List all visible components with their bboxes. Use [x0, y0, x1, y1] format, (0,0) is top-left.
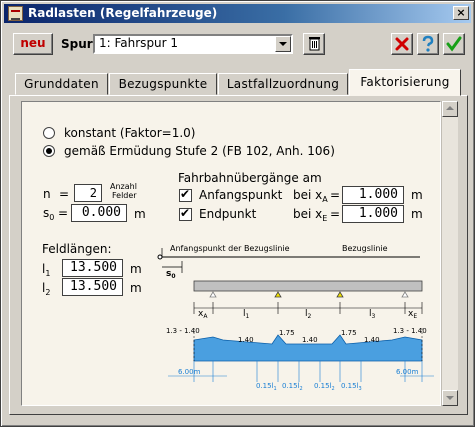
- v-right: 1.3 - 1.40: [393, 327, 427, 335]
- anzahl-label: Anzahl: [110, 182, 137, 191]
- l2-label: l2: [42, 281, 51, 297]
- d-015-3: 0.15l3: [341, 382, 362, 392]
- scroll-up-icon[interactable]: [442, 101, 458, 117]
- support-left-icon: [209, 291, 217, 298]
- content-area: konstant (Faktor=1.0) gemäß Ermüdung Stu…: [21, 101, 441, 406]
- l3-diag-label: l3: [369, 309, 376, 320]
- bezug-text: Bezugslinie: [342, 244, 388, 253]
- end-checkbox[interactable]: [179, 207, 192, 221]
- end-input[interactable]: 1.000: [342, 205, 404, 223]
- app-icon: [8, 6, 23, 21]
- trash-icon: [309, 37, 320, 51]
- anfang-text: Anfangspunkt der Bezugslinie: [170, 244, 290, 253]
- anfang-unit: m: [411, 188, 423, 202]
- v-175b: 1.75: [341, 329, 357, 337]
- end-unit: m: [411, 207, 423, 221]
- dialog-window: Radlasten (Regelfahrzeuge) × neu Spur 1:…: [0, 0, 475, 427]
- help-icon: [422, 35, 434, 52]
- delete-button[interactable]: [303, 33, 325, 55]
- close-icon: [395, 37, 409, 51]
- anfang-bei: bei xA: [293, 188, 328, 204]
- help-button[interactable]: [417, 33, 439, 55]
- feldlaengen-heading: Feldlängen:: [42, 242, 112, 256]
- vertical-scrollbar[interactable]: [441, 101, 458, 406]
- radio-ermuedung[interactable]: [43, 145, 55, 157]
- felder-label: Felder: [112, 191, 137, 200]
- window-title: Radlasten (Regelfahrzeuge): [28, 6, 218, 20]
- v-140a: 1.40: [238, 336, 254, 344]
- close-button[interactable]: ×: [453, 6, 469, 20]
- support-mid2-icon: [336, 291, 344, 298]
- ermuedung-label: gemäß Ermüdung Stufe 2 (FB 102, Anh. 106…: [64, 144, 335, 158]
- d-015-2b: 0.15l2: [314, 382, 335, 392]
- new-button[interactable]: neu: [13, 33, 53, 55]
- end-eq: =: [330, 207, 341, 221]
- spur-label: Spur: [61, 37, 93, 51]
- l1-diag-label: l1: [243, 309, 250, 320]
- support-right-icon: [401, 291, 409, 298]
- tab-lastfallzuordnung[interactable]: Lastfallzuordnung: [218, 73, 348, 95]
- l2-diag-label: l2: [305, 309, 312, 320]
- distance-dims: [168, 361, 434, 382]
- support-mid1-icon: [274, 291, 282, 298]
- xe-diag-label: xE: [408, 309, 417, 320]
- chevron-down-icon[interactable]: [275, 36, 291, 52]
- v-140b: 1.40: [302, 336, 318, 344]
- tab-grunddaten[interactable]: Grunddaten: [15, 73, 108, 95]
- cancel-button[interactable]: [391, 33, 413, 55]
- d-right: 6.00m: [396, 368, 419, 376]
- v-140c: 1.40: [364, 336, 380, 344]
- l1-label: l1: [42, 262, 51, 278]
- title-bar: Radlasten (Regelfahrzeuge) ×: [4, 4, 471, 23]
- tab-faktorisierung[interactable]: Faktorisierung: [349, 69, 461, 96]
- anfang-label: Anfangspunkt: [199, 188, 283, 202]
- v-175a: 1.75: [279, 329, 295, 337]
- ok-button[interactable]: [443, 33, 465, 55]
- l2-input[interactable]: 13.500: [62, 278, 123, 296]
- s0-label: s0: [43, 206, 55, 222]
- n-label: n: [43, 187, 51, 201]
- scroll-down-icon[interactable]: [442, 390, 458, 406]
- anfang-checkbox[interactable]: [179, 188, 192, 202]
- xa-diag-label: xA: [198, 309, 208, 320]
- anfang-input[interactable]: 1.000: [342, 186, 404, 204]
- factor-diagram: Anfangspunkt der Bezugslinie Bezugslinie…: [157, 244, 434, 392]
- n-input[interactable]: 2: [74, 184, 102, 202]
- l1-input[interactable]: 13.500: [62, 259, 123, 277]
- anfang-eq: =: [330, 188, 341, 202]
- d-015-2a: 0.15l2: [282, 382, 303, 392]
- radio-konstant[interactable]: [43, 127, 55, 139]
- l1-unit: m: [130, 262, 142, 276]
- tab-bezugspunkte[interactable]: Bezugspunkte: [109, 73, 217, 95]
- spur-select-value: 1: Fahrspur 1: [99, 36, 179, 50]
- v-left: 1.3 - 1.40: [166, 327, 200, 335]
- konstant-label: konstant (Faktor=1.0): [64, 126, 196, 140]
- d-015-1: 0.15l1: [256, 382, 277, 392]
- s0-input[interactable]: 0.000: [71, 204, 127, 222]
- end-label: Endpunkt: [199, 207, 257, 221]
- spur-select[interactable]: 1: Fahrspur 1: [93, 34, 293, 54]
- end-bei: bei xE: [293, 207, 328, 223]
- s0-eq: =: [58, 206, 69, 220]
- start-point: [157, 254, 163, 260]
- d-left: 6.00m: [178, 368, 201, 376]
- n-eq: =: [59, 187, 70, 201]
- checkmark-icon: [446, 36, 462, 52]
- beam: [193, 280, 423, 292]
- s0-unit: m: [134, 207, 146, 221]
- s0-diag-label: s0: [166, 269, 176, 280]
- fahrbahn-heading: Fahrbahnübergänge am: [178, 171, 322, 185]
- l2-unit: m: [130, 281, 142, 295]
